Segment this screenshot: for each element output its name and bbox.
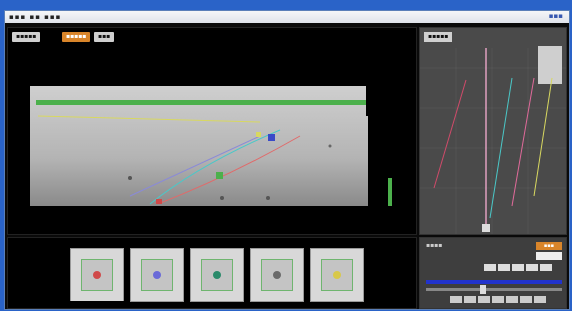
speck-b bbox=[266, 196, 270, 200]
bottom-button[interactable] bbox=[464, 296, 476, 303]
mini-button[interactable] bbox=[484, 264, 496, 271]
speck-c bbox=[220, 196, 224, 200]
thumbnail-caption-bar bbox=[70, 301, 124, 307]
thumbnail-dot-1 bbox=[93, 271, 101, 279]
app-window: ▪▪▪ ▪▪ ▪▪▪ ▪▪▪ ▪▪▪▪▪ ▪▪▪▪▪ ▪▪▪ ▪▪▪▪▪ ▪▪▪… bbox=[4, 10, 570, 310]
thumbnail-5[interactable] bbox=[310, 248, 364, 302]
title-bar: ▪▪▪ ▪▪ ▪▪▪ ▪▪▪ bbox=[5, 11, 569, 23]
slider-knob[interactable] bbox=[480, 285, 486, 294]
marker-blue bbox=[268, 134, 275, 141]
control-label: ▪▪▪▪ bbox=[426, 242, 443, 249]
slider-track[interactable] bbox=[426, 288, 562, 291]
range-bar bbox=[426, 280, 562, 284]
thumbnail-strip bbox=[7, 237, 417, 309]
thumbnail-dot-2 bbox=[153, 271, 161, 279]
control-panel: ▪▪▪▪ ▪▪▪ bbox=[419, 237, 567, 309]
mini-button[interactable] bbox=[512, 264, 524, 271]
bottom-button-row bbox=[450, 296, 548, 305]
pink-series-line-2 bbox=[511, 77, 535, 207]
bottom-button[interactable] bbox=[534, 296, 546, 303]
green-boundary-line bbox=[36, 100, 366, 105]
thumbnail-dot-5 bbox=[333, 271, 341, 279]
speck-a bbox=[128, 176, 132, 180]
view-button[interactable]: ▪▪▪▪▪ bbox=[12, 32, 41, 42]
bottom-button[interactable] bbox=[450, 296, 462, 303]
thumbnail-3[interactable] bbox=[190, 248, 244, 302]
legend-box bbox=[538, 46, 562, 84]
thumbnail-2[interactable] bbox=[130, 248, 184, 302]
plot-slider-handle bbox=[482, 224, 490, 232]
bottom-button[interactable] bbox=[506, 296, 518, 303]
apply-button[interactable]: ▪▪▪ bbox=[536, 242, 562, 250]
bottom-button[interactable] bbox=[492, 296, 504, 303]
mini-button[interactable] bbox=[498, 264, 510, 271]
thumbnail-4[interactable] bbox=[250, 248, 304, 302]
thumbnail-1[interactable] bbox=[70, 248, 124, 302]
marker-green bbox=[216, 172, 223, 179]
pink-series-line bbox=[433, 79, 467, 189]
thumbnail-dot-3 bbox=[213, 271, 221, 279]
menu-bar[interactable]: ▪▪▪ ▪▪ ▪▪▪ bbox=[9, 13, 61, 21]
pink-path bbox=[157, 135, 301, 205]
value-field[interactable] bbox=[536, 252, 562, 260]
marker-yellow bbox=[256, 132, 261, 137]
cyan-path bbox=[149, 129, 281, 205]
bottom-button[interactable] bbox=[520, 296, 532, 303]
yellow-path bbox=[37, 115, 261, 123]
window-controls[interactable]: ▪▪▪ bbox=[549, 12, 563, 20]
speck-d bbox=[328, 144, 332, 148]
image-notch bbox=[366, 86, 396, 116]
blue-path bbox=[129, 135, 261, 197]
active-mode-button[interactable]: ▪▪▪▪▪ bbox=[62, 32, 91, 42]
scale-bar bbox=[388, 178, 392, 206]
mode-button[interactable]: ▪▪▪ bbox=[94, 32, 115, 42]
plot-canvas bbox=[420, 46, 566, 234]
yellow-series-line bbox=[533, 77, 553, 197]
bottom-button[interactable] bbox=[478, 296, 490, 303]
overlay-paths bbox=[36, 100, 366, 205]
mini-button[interactable] bbox=[526, 264, 538, 271]
marker-red bbox=[156, 199, 162, 204]
thumbnail-dot-4 bbox=[273, 271, 281, 279]
mini-button-row bbox=[484, 264, 554, 273]
image-viewer-panel[interactable]: ▪▪▪▪▪ ▪▪▪▪▪ ▪▪▪ bbox=[7, 27, 417, 235]
plot-panel[interactable]: ▪▪▪▪▪ bbox=[419, 27, 567, 235]
sample-image[interactable] bbox=[30, 86, 368, 206]
mini-button[interactable] bbox=[540, 264, 552, 271]
